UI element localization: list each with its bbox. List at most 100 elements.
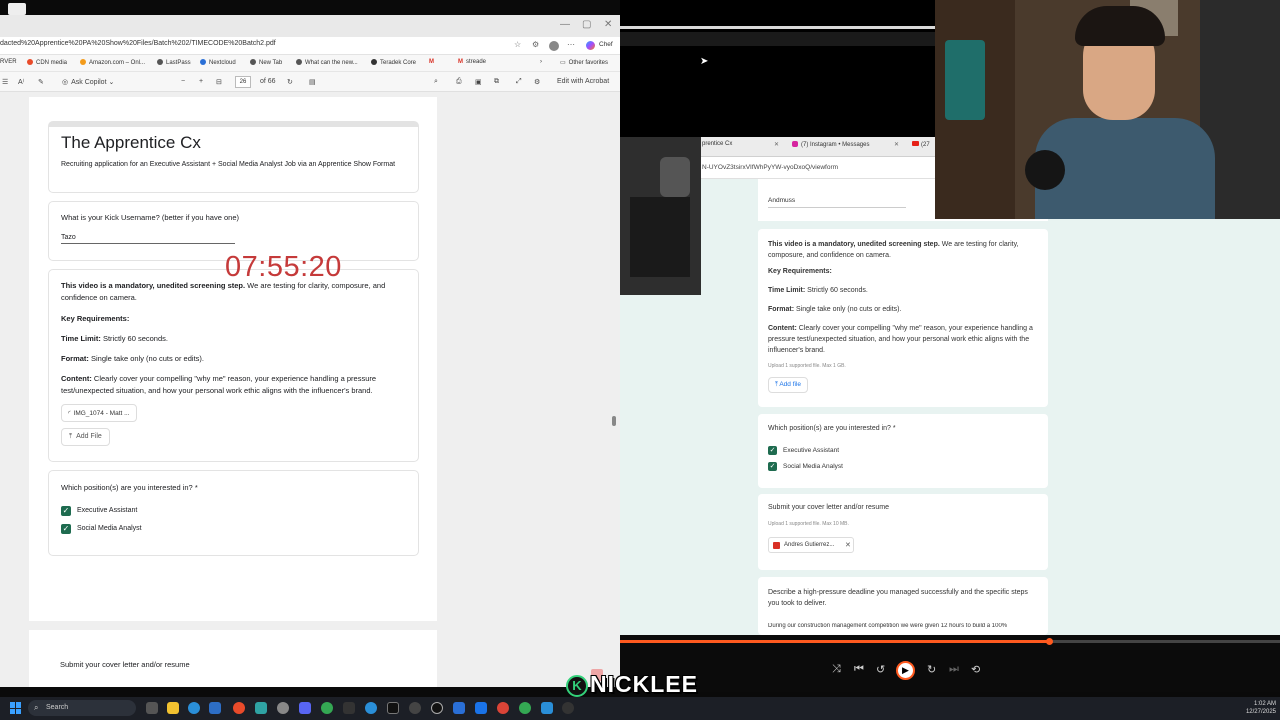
cover-question: Submit your cover letter and/or resume	[60, 660, 190, 669]
close-icon[interactable]: ✕	[774, 141, 779, 148]
close-window-icon[interactable]: ✕	[604, 19, 612, 30]
read-aloud-icon[interactable]: A⁾	[18, 78, 24, 86]
seek-bar[interactable]	[620, 638, 1280, 645]
uploaded-file-chip[interactable]: ◜ IMG_1074 - Matt ...	[61, 404, 137, 422]
minimize-icon[interactable]: —	[560, 19, 570, 30]
ask-copilot-button[interactable]: ◎ Ask Copilot ⌄	[62, 78, 114, 86]
checkbox-social-media-analyst[interactable]: ✓	[768, 462, 777, 471]
fav-item[interactable]: CDN media	[27, 59, 67, 66]
forward-icon[interactable]: ↻	[927, 663, 936, 676]
app-icon[interactable]	[541, 702, 553, 714]
fit-page-icon[interactable]: ⊟	[216, 78, 222, 86]
checkbox-executive-assistant[interactable]: ✓	[768, 446, 777, 455]
maximize-icon[interactable]: ▢	[582, 19, 591, 30]
checkbox-executive-assistant[interactable]: ✓	[61, 506, 71, 516]
app-icon[interactable]	[365, 702, 377, 714]
fav-item[interactable]: RVER	[0, 59, 17, 65]
edge-icon[interactable]	[188, 702, 200, 714]
previous-icon[interactable]: ⏮	[854, 663, 864, 676]
seek-handle[interactable]	[1046, 638, 1053, 645]
discord-icon[interactable]	[299, 702, 311, 714]
tab-apprentice[interactable]: prentice Cx	[702, 141, 732, 147]
app-icon[interactable]	[277, 702, 289, 714]
window-icon[interactable]	[8, 3, 26, 15]
edit-with-acrobat-button[interactable]: Edit with Acrobat	[557, 78, 609, 85]
extensions-icon[interactable]: ⚙	[532, 40, 539, 49]
instagram-icon	[792, 141, 798, 147]
time-limit-value: Strictly 60 seconds.	[805, 287, 868, 294]
app-icon[interactable]	[475, 702, 487, 714]
fav-item[interactable]: Mstreade	[458, 59, 486, 65]
position-question: Which position(s) are you interested in?…	[768, 425, 896, 432]
obs-icon[interactable]	[409, 702, 421, 714]
settings-icon[interactable]: ⚙	[534, 78, 540, 86]
app-icon[interactable]	[431, 702, 443, 714]
app-icon[interactable]	[387, 702, 399, 714]
pdf-browser-window: — ▢ ✕ dacted%20Apprentice%20PA%20Show%20…	[0, 15, 620, 687]
search-icon[interactable]: ⌕	[434, 78, 438, 86]
page-view-icon[interactable]: ▤	[309, 78, 316, 86]
gmail-icon[interactable]: M	[429, 59, 434, 65]
fav-item[interactable]: ▭ Other favorites	[560, 59, 608, 66]
checkbox-social-media-analyst[interactable]: ✓	[61, 524, 71, 534]
start-icon[interactable]	[10, 702, 22, 714]
app-icon[interactable]	[255, 702, 267, 714]
save-as-icon[interactable]: ⧉	[494, 78, 499, 86]
address-bar[interactable]: dacted%20Apprentice%20PA%20Show%20Files/…	[0, 37, 620, 55]
draw-icon[interactable]: ✎	[38, 78, 44, 86]
rewind-icon[interactable]: ↺	[876, 663, 885, 676]
chrome-icon[interactable]	[321, 702, 333, 714]
file-explorer-icon[interactable]	[167, 702, 179, 714]
task-view-icon[interactable]	[146, 702, 158, 714]
save-icon[interactable]: ▣	[475, 78, 482, 86]
zoom-out-icon[interactable]: −	[181, 78, 185, 85]
more-options-icon[interactable]: ⋯	[567, 40, 575, 49]
system-clock[interactable]: 1:02 AM 12/27/2025	[1232, 700, 1276, 716]
app-icon[interactable]	[343, 702, 355, 714]
pdf-viewport[interactable]: The Apprentice Cx Recruiting application…	[0, 92, 620, 687]
fullscreen-icon[interactable]: ⤢	[516, 78, 522, 86]
form-url-bar[interactable]: N-UYOvZ3tsirxVIfWhPyYW-vyoDxoQ/viewform	[700, 157, 935, 179]
fav-item[interactable]: New Tab	[250, 59, 282, 66]
chrome-icon[interactable]	[497, 702, 509, 714]
tab-instagram[interactable]: (7) Instagram • Messages	[792, 141, 869, 148]
repeat-icon[interactable]: ⟲	[971, 663, 980, 676]
close-icon[interactable]: ✕	[894, 141, 899, 148]
app-icon[interactable]	[453, 702, 465, 714]
app-icon[interactable]	[562, 702, 574, 714]
search-icon	[296, 59, 302, 65]
profile-avatar[interactable]	[549, 41, 559, 51]
fav-item[interactable]: Amazon.com – Onl...	[80, 59, 145, 66]
cover-question: Submit your cover letter and/or resume	[768, 504, 889, 511]
chrome-icon[interactable]	[233, 702, 245, 714]
fav-item[interactable]: LastPass	[157, 59, 191, 66]
zoom-in-icon[interactable]: +	[199, 78, 203, 85]
play-button[interactable]: ▶	[896, 661, 915, 680]
tab-strip: prentice Cx ✕ (7) Instagram • Messages ✕…	[700, 137, 935, 157]
chevron-right-icon[interactable]: ›	[540, 59, 542, 65]
fav-item[interactable]: Teradek Core	[371, 59, 416, 66]
store-icon[interactable]	[209, 702, 221, 714]
contents-icon[interactable]: ☰	[2, 78, 8, 86]
fav-item[interactable]: What can the new...	[296, 59, 358, 66]
globe-icon	[157, 59, 163, 65]
form-description: Recruiting application for an Executive …	[61, 161, 396, 168]
rotate-icon[interactable]: ↻	[287, 78, 293, 86]
shuffle-icon[interactable]: ⤨	[832, 663, 841, 676]
page-number-input[interactable]: 26	[235, 76, 251, 88]
cover-file-chip[interactable]: Andres Gutierrez... ✕	[768, 537, 854, 553]
add-file-button[interactable]: ⤒ Add file	[768, 377, 809, 393]
chrome-icon[interactable]	[519, 702, 531, 714]
print-icon[interactable]: ⎙	[456, 78, 462, 86]
deadline-answer[interactable]: During our construction management compe…	[768, 623, 1040, 629]
favorite-star-icon[interactable]: ☆	[514, 40, 521, 49]
copilot-icon[interactable]	[586, 41, 595, 50]
tab-youtube[interactable]: (27	[912, 141, 930, 148]
add-file-button[interactable]: ⤒ Add File	[61, 428, 110, 446]
next-icon[interactable]: ⏭	[949, 663, 959, 676]
pdf-page: Submit your cover letter and/or resume	[29, 630, 437, 687]
remove-file-icon[interactable]: ✕	[845, 541, 851, 549]
scrollbar-thumb[interactable]	[612, 416, 616, 426]
fav-item[interactable]: Nextcloud	[200, 59, 236, 66]
taskbar-search[interactable]: ⌕ Search	[28, 700, 136, 716]
